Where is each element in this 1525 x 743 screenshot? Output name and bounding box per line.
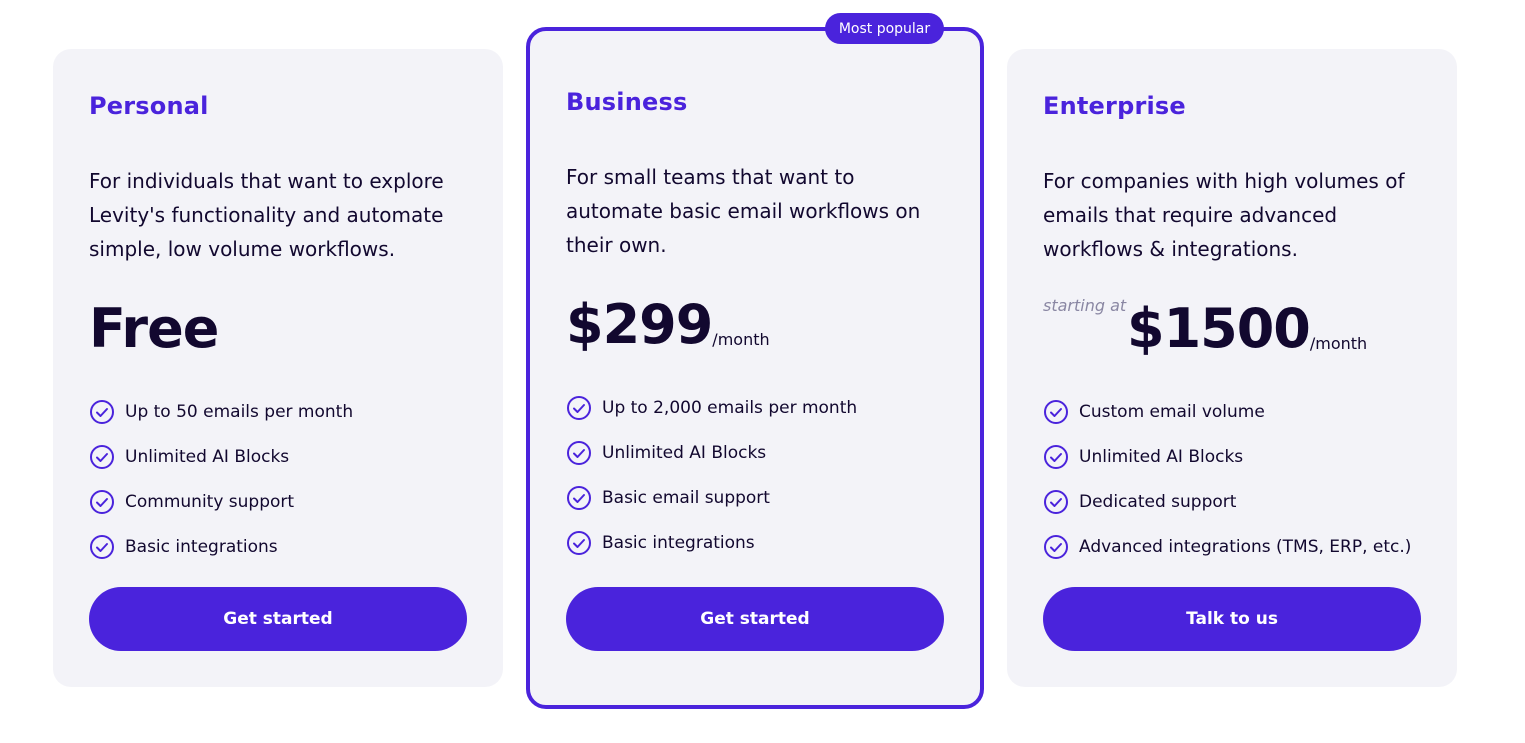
- price-period: /month: [1309, 334, 1368, 353]
- check-circle-icon: [1044, 534, 1068, 559]
- check-circle-icon: [567, 530, 591, 555]
- plan-name: Business: [566, 88, 688, 116]
- price: $1500 /month: [1127, 299, 1367, 359]
- feature-label: Unlimited AI Blocks: [602, 442, 767, 463]
- feature-item: Basic email support: [566, 475, 956, 520]
- feature-list: Custom email volume Unlimited AI Blocks …: [1043, 389, 1433, 569]
- feature-label: Up to 2,000 emails per month: [602, 397, 858, 418]
- plan-description: For companies with high volumes of email…: [1043, 169, 1405, 261]
- feature-label: Advanced integrations (TMS, ERP, etc.): [1079, 536, 1412, 557]
- price-amount: $299: [566, 293, 713, 356]
- feature-item: Unlimited AI Blocks: [1043, 434, 1433, 479]
- plan-card-personal: Personal For individuals that want to ex…: [53, 49, 503, 687]
- plan-name: Personal: [89, 92, 209, 120]
- feature-label: Custom email volume: [1079, 401, 1265, 422]
- talk-to-us-button[interactable]: Talk to us: [1043, 587, 1421, 651]
- price: Free: [89, 297, 219, 360]
- feature-item: Basic integrations: [89, 524, 479, 569]
- check-circle-icon: [90, 444, 114, 469]
- price-prefix: starting at: [1043, 296, 1127, 315]
- feature-label: Basic integrations: [602, 532, 755, 553]
- plan-card-enterprise: Enterprise For companies with high volum…: [1007, 49, 1457, 687]
- feature-label: Community support: [125, 491, 295, 512]
- feature-item: Community support: [89, 479, 479, 524]
- feature-item: Unlimited AI Blocks: [566, 430, 956, 475]
- check-circle-icon: [1044, 399, 1068, 424]
- get-started-button[interactable]: Get started: [89, 587, 467, 651]
- feature-list: Up to 50 emails per month Unlimited AI B…: [89, 389, 479, 569]
- price-period: /month: [712, 330, 770, 349]
- check-circle-icon: [1044, 444, 1068, 469]
- feature-label: Unlimited AI Blocks: [1079, 446, 1244, 467]
- feature-item: Up to 2,000 emails per month: [566, 385, 956, 430]
- get-started-button[interactable]: Get started: [566, 587, 944, 651]
- feature-label: Dedicated support: [1079, 491, 1237, 512]
- feature-item: Up to 50 emails per month: [89, 389, 479, 434]
- feature-item: Unlimited AI Blocks: [89, 434, 479, 479]
- feature-item: Basic integrations: [566, 520, 956, 565]
- check-circle-icon: [90, 399, 114, 424]
- price-amount: Free: [89, 297, 219, 360]
- plan-card-business: Business For small teams that want to au…: [526, 27, 984, 709]
- feature-label: Basic integrations: [125, 536, 278, 557]
- most-popular-badge: Most popular: [825, 13, 944, 44]
- feature-label: Unlimited AI Blocks: [125, 446, 290, 467]
- plan-description: For small teams that want to automate ba…: [566, 165, 921, 257]
- feature-label: Up to 50 emails per month: [125, 401, 354, 422]
- check-circle-icon: [567, 395, 591, 420]
- plan-name: Enterprise: [1043, 92, 1186, 120]
- price: $299 /month: [566, 295, 770, 355]
- feature-item: Custom email volume: [1043, 389, 1433, 434]
- feature-list: Up to 2,000 emails per month Unlimited A…: [566, 385, 956, 565]
- plan-description: For individuals that want to explore Lev…: [89, 169, 444, 261]
- check-circle-icon: [90, 534, 114, 559]
- price-amount: $1500: [1127, 297, 1311, 360]
- check-circle-icon: [567, 440, 591, 465]
- feature-item: Advanced integrations (TMS, ERP, etc.): [1043, 524, 1433, 569]
- check-circle-icon: [90, 489, 114, 514]
- feature-item: Dedicated support: [1043, 479, 1433, 524]
- feature-label: Basic email support: [602, 487, 770, 508]
- check-circle-icon: [1044, 489, 1068, 514]
- check-circle-icon: [567, 485, 591, 510]
